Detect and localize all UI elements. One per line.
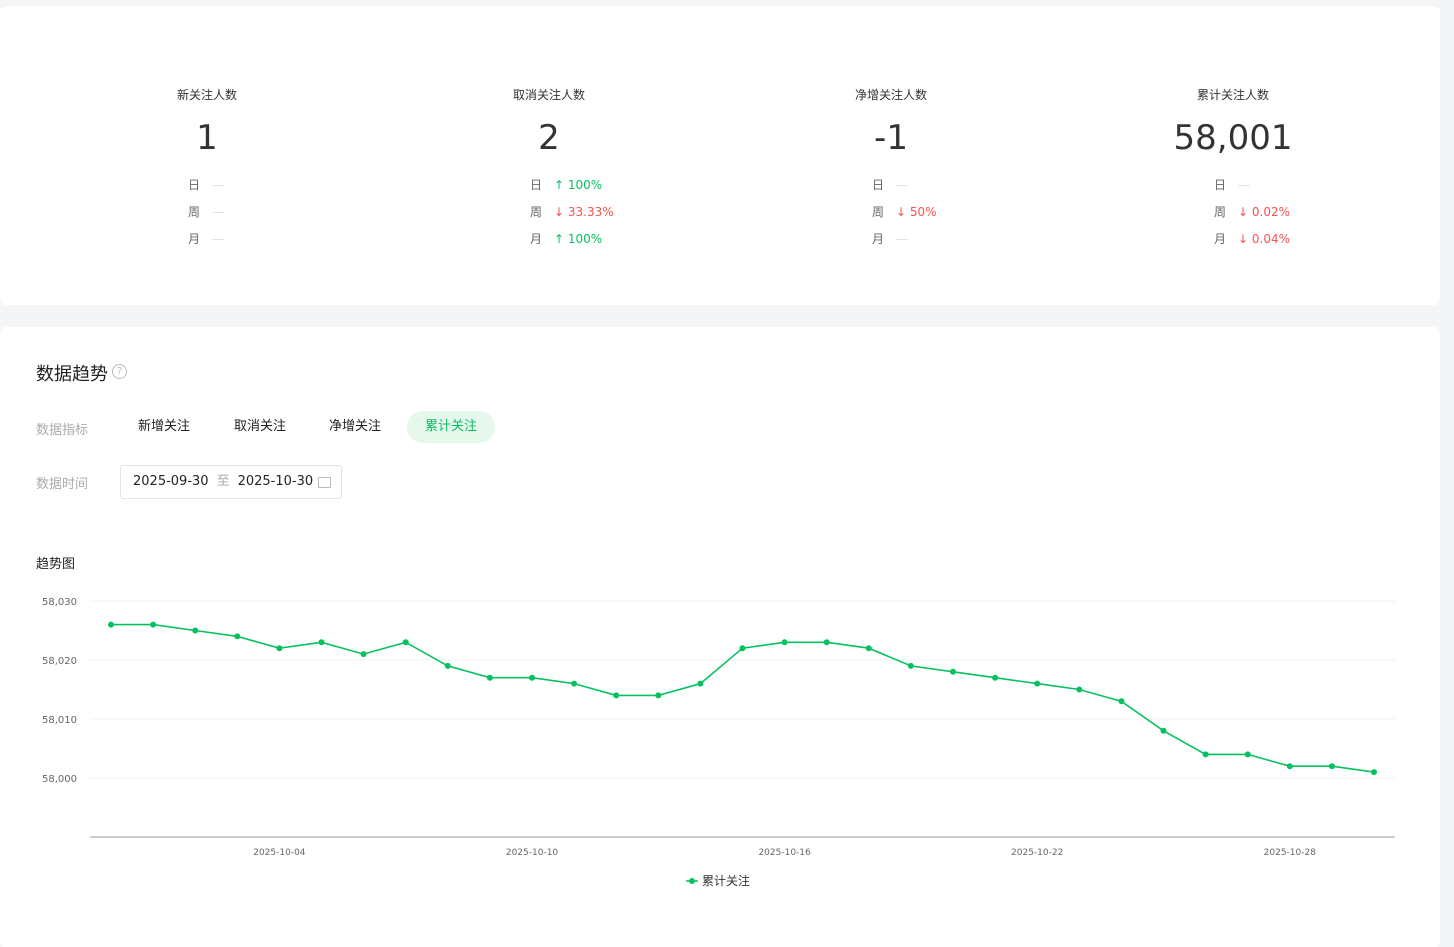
data-point	[1160, 727, 1167, 734]
data-point	[950, 668, 956, 675]
data-point	[318, 639, 325, 646]
data-point	[234, 633, 241, 640]
data-point	[1244, 751, 1251, 758]
data-point	[907, 662, 914, 669]
x-tick-label: 2025-10-16	[758, 848, 811, 858]
data-point	[992, 674, 999, 681]
data-point	[823, 639, 830, 646]
trend-chart: 58,000 58,010 58,020 58,030 2025-10-04 2025-1…	[42, 597, 1395, 888]
data-point	[402, 639, 409, 646]
x-tick-label: 2025-10-10	[506, 848, 559, 858]
data-point	[1076, 686, 1083, 693]
data-point	[697, 680, 704, 687]
legend-label: 累计关注	[702, 873, 750, 888]
y-tick-label: 58,000	[42, 774, 77, 785]
data-point	[276, 645, 283, 652]
data-point	[739, 645, 746, 652]
data-point	[1328, 763, 1335, 770]
y-tick-label: 58,020	[42, 656, 77, 667]
data-point	[655, 692, 662, 699]
data-point	[781, 639, 788, 646]
data-point	[1371, 769, 1377, 776]
data-point	[1118, 698, 1125, 705]
data-point	[444, 662, 451, 669]
data-point	[1034, 680, 1041, 687]
y-tick-label: 58,010	[42, 715, 77, 726]
data-point	[192, 627, 199, 634]
y-tick-label: 58,030	[42, 597, 77, 608]
data-point	[360, 651, 367, 658]
x-tick-label: 2025-10-04	[253, 848, 306, 858]
data-point	[108, 621, 114, 628]
data-point	[571, 680, 578, 687]
data-point	[865, 645, 872, 652]
legend-marker	[689, 878, 695, 884]
data-point	[486, 674, 493, 681]
data-point	[613, 692, 620, 699]
data-point	[529, 674, 535, 681]
data-point	[1286, 763, 1293, 770]
x-tick-label: 2025-10-28	[1264, 848, 1317, 858]
x-tick-label: 2025-10-22	[1011, 848, 1063, 858]
data-point	[1202, 751, 1209, 758]
data-point	[150, 621, 157, 628]
